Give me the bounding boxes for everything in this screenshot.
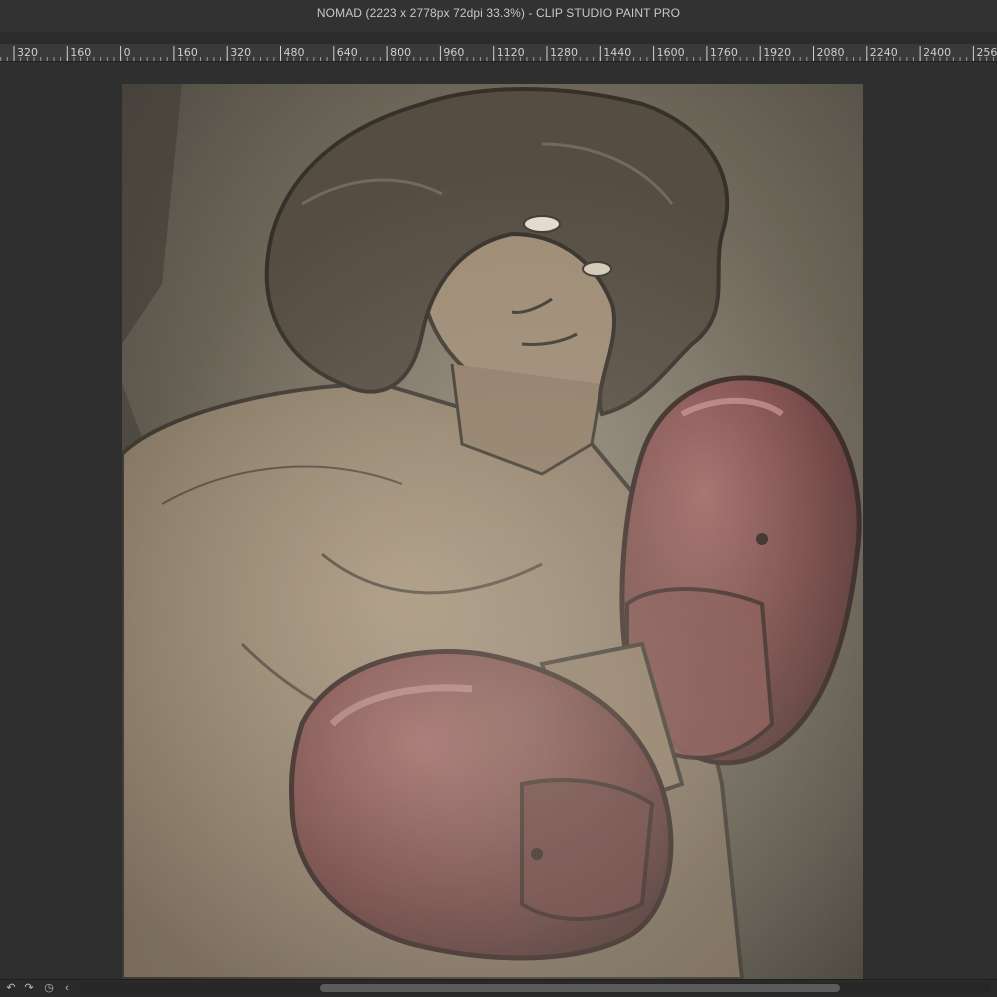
horizontal-scrollbar[interactable] (80, 983, 990, 993)
undo-icon[interactable]: ↶ (4, 981, 18, 995)
ruler-graphic: 320 160 0 160 320 480 640 800 960 1120 1280 1440 160… (0, 46, 997, 61)
clip-studio-window: NOMAD (2223 x 2778px 72dpi 33.3%) - CLIP… (0, 0, 997, 997)
ruler-label: 1600 (657, 46, 685, 59)
ruler-label: 0 (124, 46, 131, 59)
ruler-label: 800 (390, 46, 411, 59)
rotate-reset-icon[interactable]: ◷ (42, 981, 56, 995)
canvas-document[interactable] (122, 84, 863, 979)
toolbar-gap (0, 32, 997, 44)
ruler-label: 2400 (923, 46, 951, 59)
ruler-label: 320 (17, 46, 38, 59)
ruler-label: 2080 (817, 46, 845, 59)
ruler-label: 160 (177, 46, 198, 59)
ruler-label: 1120 (497, 46, 525, 59)
collapse-icon[interactable]: ‹ (60, 981, 74, 995)
scrollbar-thumb[interactable] (320, 984, 840, 992)
ruler-label: 1440 (603, 46, 631, 59)
status-bar: ↶ ↷ ◷ ‹ (0, 979, 997, 997)
ruler-label: 256 (976, 46, 997, 59)
artwork-boxer (122, 84, 863, 979)
ruler-label: 960 (443, 46, 464, 59)
ruler-label: 160 (70, 46, 91, 59)
ruler-label: 2240 (870, 46, 898, 59)
ruler-label: 640 (337, 46, 358, 59)
title-bar: NOMAD (2223 x 2778px 72dpi 33.3%) - CLIP… (0, 0, 997, 32)
ruler-label: 1920 (763, 46, 791, 59)
ruler-label: 1760 (710, 46, 738, 59)
ruler-label: 320 (230, 46, 251, 59)
window-title: NOMAD (2223 x 2778px 72dpi 33.3%) - CLIP… (316, 6, 681, 20)
redo-icon[interactable]: ↷ (22, 981, 36, 995)
ruler-label: 1280 (550, 46, 578, 59)
horizontal-ruler[interactable]: 320 160 0 160 320 480 640 800 960 1120 1280 1440 160… (0, 44, 997, 62)
canvas-workspace[interactable] (0, 62, 997, 979)
ruler-label: 480 (284, 46, 305, 59)
